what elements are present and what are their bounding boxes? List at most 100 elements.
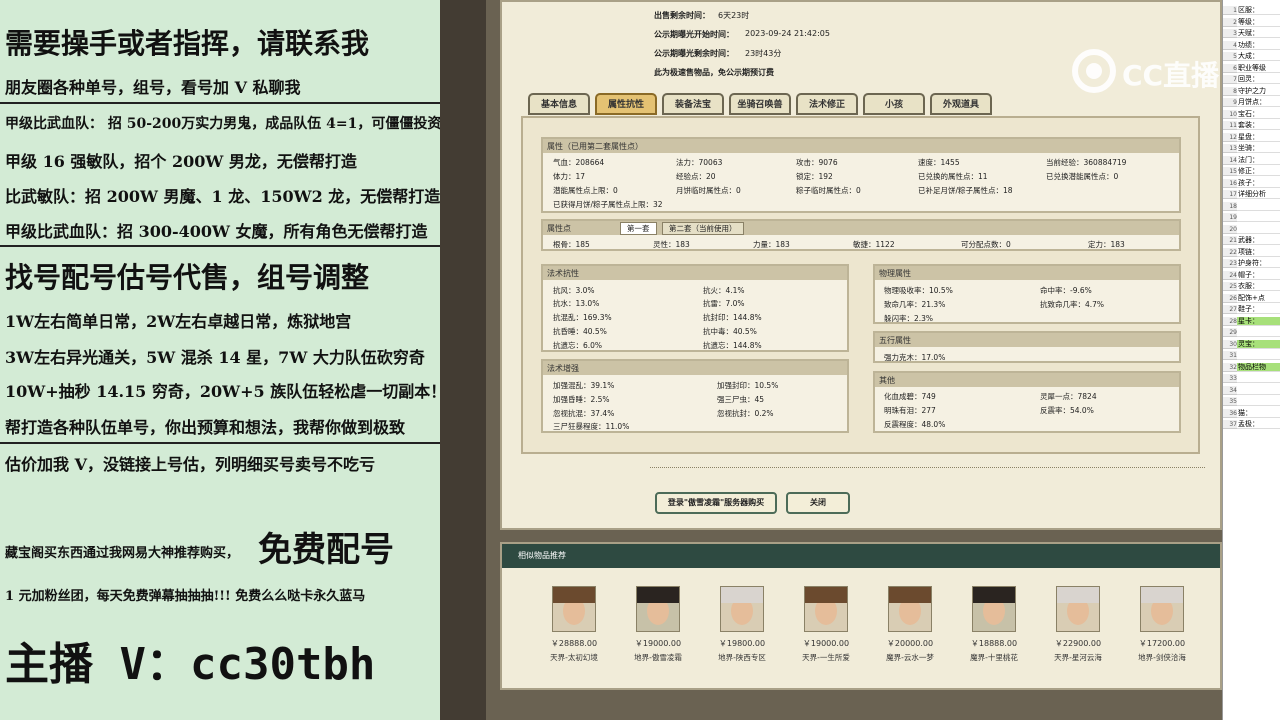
- item-server: 天界-星河云海: [1054, 653, 1102, 662]
- similar-item-card[interactable]: ￥19800.00 地界-陕西专区: [700, 586, 784, 666]
- similar-item-card[interactable]: ￥19000.00 地界-傲雪凌霜: [616, 586, 700, 666]
- sheet-cell[interactable]: 套装：: [1237, 121, 1280, 130]
- similar-item-card[interactable]: ￥22900.00 天界-星河云海: [1036, 586, 1120, 666]
- divider: [0, 442, 440, 444]
- attr-value: 月饼临时属性点：0: [676, 186, 741, 195]
- sheet-cell[interactable]: 星卡：: [1237, 316, 1280, 326]
- sale-label: 公示期曝光剩余时间：: [654, 49, 734, 58]
- sheet-cell[interactable]: 功绩：: [1237, 41, 1280, 50]
- login-buy-button[interactable]: 登录"傲雪凌霜"服务器购买: [655, 492, 777, 514]
- similar-item-card[interactable]: ￥20000.00 魔界-云水一梦: [868, 586, 952, 666]
- resist-value: 抗水：13.0%: [553, 299, 600, 308]
- enhance-value: 忽视抗混：37.4%: [553, 409, 615, 418]
- tab-appearance[interactable]: 外观道具: [930, 93, 992, 115]
- row-number: 35: [1223, 397, 1237, 406]
- sheet-cell[interactable]: 孟极：: [1237, 420, 1280, 429]
- points-set-2-tab[interactable]: 第二套（当前使用）: [662, 222, 744, 235]
- sale-note: 此为极速售物品，免公示期预订费: [654, 68, 774, 77]
- sheet-cell[interactable]: 孩子：: [1237, 179, 1280, 188]
- point-value: 敏捷：1122: [853, 240, 895, 249]
- sheet-cell[interactable]: [1237, 225, 1280, 234]
- sale-value: 23时43分: [745, 49, 782, 58]
- sheet-cell[interactable]: [1237, 374, 1280, 383]
- attr-value: 体力：17: [553, 172, 586, 181]
- sheet-cell[interactable]: 武器：: [1237, 236, 1280, 245]
- divider: [0, 245, 440, 247]
- enhance-value: 强三尸虫：45: [717, 395, 765, 404]
- row-number: 16: [1223, 178, 1237, 188]
- sheet-cell[interactable]: [1237, 397, 1280, 406]
- sheet-cell[interactable]: 鞋子：: [1237, 305, 1280, 314]
- other-value: 反震率：54.0%: [1040, 406, 1094, 415]
- close-button[interactable]: 关闭: [786, 492, 850, 514]
- tab-mounts-pets[interactable]: 坐骑召唤兽: [729, 93, 791, 115]
- sheet-cell[interactable]: 天赋：: [1237, 29, 1280, 38]
- row-number: 17: [1223, 190, 1237, 199]
- sheet-cell[interactable]: 猫：: [1237, 409, 1280, 418]
- enhance-value: 加强封印：10.5%: [717, 381, 779, 390]
- sheet-cell[interactable]: 物品栏物: [1237, 362, 1280, 372]
- sheet-cell[interactable]: [1237, 386, 1280, 395]
- divider: [0, 102, 440, 104]
- avatar: [636, 586, 680, 632]
- sheet-cell[interactable]: 宝石：: [1237, 110, 1280, 119]
- sheet-cell[interactable]: 守护之力: [1237, 87, 1280, 96]
- sheet-cell[interactable]: 项链：: [1237, 248, 1280, 257]
- avatar: [972, 586, 1016, 632]
- item-price: ￥19000.00: [802, 639, 850, 648]
- sheet-cell[interactable]: 法门：: [1237, 156, 1280, 165]
- ad-line: 比武敏队：招 200W 男魔、1 龙、150W2 龙，无偿帮打造: [5, 187, 440, 206]
- sheet-cell[interactable]: 修正：: [1237, 167, 1280, 176]
- ad-line: 3W左右异光通关，5W 混杀 14 星，7W 大力队伍砍穷奇: [5, 348, 425, 367]
- physical-value: 躲闪率：2.3%: [884, 314, 934, 323]
- row-number: 31: [1223, 351, 1237, 360]
- ad-line: 1W左右简单日常，2W左右卓越日常，炼狱地宫: [5, 312, 352, 331]
- ad-line: 甲级 16 强敏队，招个 200W 男龙，无偿帮打造: [5, 152, 357, 171]
- sheet-cell[interactable]: 坐骑：: [1237, 144, 1280, 153]
- point-value: 根骨：185: [553, 240, 590, 249]
- tab-spell-correction[interactable]: 法术修正: [796, 93, 858, 115]
- item-price: ￥20000.00: [886, 639, 934, 648]
- row-number: 33: [1223, 374, 1237, 383]
- sheet-cell[interactable]: [1237, 328, 1280, 337]
- item-price: ￥18888.00: [970, 639, 1018, 648]
- similar-item-card[interactable]: ￥19000.00 天界-一生所爱: [784, 586, 868, 666]
- sheet-cell[interactable]: [1237, 213, 1280, 222]
- sheet-cell[interactable]: 帽子：: [1237, 271, 1280, 280]
- point-value: 可分配点数：0: [961, 240, 1011, 249]
- tab-child[interactable]: 小孩: [863, 93, 925, 115]
- sheet-cell[interactable]: [1237, 202, 1280, 211]
- sheet-cell[interactable]: 衣服：: [1237, 282, 1280, 291]
- similar-item-card[interactable]: ￥17200.00 地界-剑侠洽海: [1120, 586, 1204, 666]
- avatar: [720, 586, 764, 632]
- sheet-cell[interactable]: 等级：: [1237, 18, 1280, 27]
- avatar: [1140, 586, 1184, 632]
- sheet-cell[interactable]: 职业等级: [1237, 64, 1280, 73]
- other-value: 灵犀一点：7824: [1040, 392, 1097, 401]
- row-number: 3: [1223, 29, 1237, 38]
- item-server: 天界-一生所爱: [802, 653, 850, 662]
- tab-attributes[interactable]: 属性抗性: [595, 93, 657, 115]
- attr-value: 锁定：192: [796, 172, 833, 181]
- row-number: 22: [1223, 247, 1237, 257]
- sale-value: 2023-09-24 21:42:05: [745, 29, 830, 38]
- row-number: 29: [1223, 328, 1237, 337]
- sheet-cell[interactable]: 月饼点：: [1237, 98, 1280, 107]
- sheet-cell[interactable]: 回灵：: [1237, 75, 1280, 84]
- sheet-cell[interactable]: 灵宝：: [1237, 339, 1280, 349]
- resist-value: 抗昏睡：40.5%: [553, 327, 607, 336]
- tab-equipment[interactable]: 装备法宝: [662, 93, 724, 115]
- similar-item-card[interactable]: ￥18888.00 魔界-十里桃花: [952, 586, 1036, 666]
- sheet-cell[interactable]: 大成：: [1237, 52, 1280, 61]
- sheet-cell[interactable]: 星盘：: [1237, 133, 1280, 142]
- sheet-cell[interactable]: 详细分析: [1237, 190, 1280, 199]
- sheet-cell[interactable]: 护身符：: [1237, 259, 1280, 268]
- similar-item-card[interactable]: ￥28888.00 天界-太初幻境: [532, 586, 616, 666]
- resist-value: 抗封印：144.8%: [703, 313, 762, 322]
- ad-line: 藏宝阁买东西通过我网易大神推荐购买，: [5, 546, 240, 561]
- tab-basic-info[interactable]: 基本信息: [528, 93, 590, 115]
- points-set-1-tab[interactable]: 第一套: [620, 222, 657, 235]
- sheet-cell[interactable]: 区服：: [1237, 6, 1280, 15]
- sheet-cell[interactable]: [1237, 351, 1280, 360]
- sheet-cell[interactable]: 配饰+点: [1237, 294, 1280, 303]
